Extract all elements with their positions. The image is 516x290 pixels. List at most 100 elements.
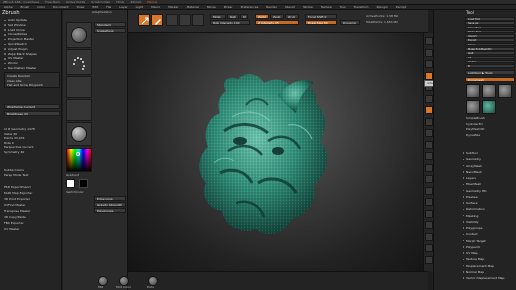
lightbox-tools-button[interactable]: Lightbox ▶ Tools (465, 70, 515, 75)
texture-tile[interactable] (66, 99, 92, 121)
tool-field[interactable]: Clone (465, 42, 515, 47)
stroke-tile[interactable] (66, 49, 92, 75)
tool-field[interactable]: GoZ (465, 51, 515, 55)
tool-field[interactable]: R (465, 64, 515, 68)
tool-menu-item[interactable]: Vector Displacement Map (463, 275, 515, 281)
draw-button[interactable] (151, 14, 163, 26)
tray-field[interactable]: Gravity Strength (94, 202, 126, 207)
dots-stroke-icon (73, 57, 85, 70)
subtool-list: SimpleBrush Cylinder3D PolyMesh3D DynaWax (466, 116, 514, 138)
tray-fields: Standard SnakeHook (94, 22, 126, 34)
shelf-button[interactable] (425, 71, 433, 80)
shelf-button[interactable] (425, 163, 433, 172)
shelf-button[interactable] (425, 37, 433, 45)
draw-icon (155, 19, 161, 25)
shelf-button[interactable] (425, 106, 433, 114)
shelf-button[interactable] (425, 221, 433, 229)
rgb-button[interactable]: Rgb (227, 14, 239, 19)
brush-field[interactable]: Standard (94, 22, 126, 27)
zcut-button[interactable]: Zcut (285, 14, 299, 19)
brush-field-2[interactable]: SnakeHook (94, 28, 126, 33)
bottom-label: Dots (147, 285, 154, 289)
shelf-button[interactable] (425, 244, 433, 252)
z-intensity-slider[interactable]: Z Intensity 25 (255, 20, 299, 25)
tool-field[interactable]: Copy Tool (465, 25, 515, 30)
shelf-button[interactable] (425, 186, 433, 195)
creature-head (199, 74, 328, 234)
current-tool-name[interactable]: Dynamesh (465, 77, 515, 82)
exporter-item[interactable]: UV Master (4, 226, 60, 232)
tool-palette-title: Tool (466, 10, 474, 15)
zplugin-menu: Auto Update Set Window Load Clone ClonedNot… (4, 18, 60, 71)
tray-field[interactable]: Edge Loop (94, 196, 126, 201)
tool-subpalette-menu: SubTool Geometry ArrayMesh NanoMesh Layers Fi… (463, 150, 515, 281)
edit-icon (141, 17, 149, 25)
tool-thumb-3[interactable] (498, 84, 512, 98)
shelf-button[interactable] (425, 175, 433, 183)
tool-field[interactable]: Load Tool (465, 17, 515, 21)
secondary-color-swatch[interactable] (79, 179, 88, 188)
mrgb-button[interactable]: Mrgb (210, 14, 226, 19)
wireframe-field[interactable]: Wireframe Current (4, 104, 60, 109)
stats-block: Id # Geometry 1478 Value 40 Points 33,476 H… (4, 127, 60, 145)
tool-field[interactable]: Import (465, 34, 515, 38)
tool-thumb-2[interactable] (482, 84, 496, 98)
tool-field[interactable]: Visible (465, 59, 515, 64)
exporter-list: PSD ExportImport Multi Map Exporter 3D Pri… (4, 184, 60, 232)
shelf-button[interactable] (425, 117, 433, 126)
shelf-button[interactable] (425, 255, 433, 264)
main-color-swatch[interactable] (66, 179, 75, 188)
draw-size-slider[interactable]: Draw Size 64 (305, 20, 337, 25)
zsub-button[interactable]: Zsub (270, 14, 284, 19)
scale-button[interactable] (179, 14, 191, 26)
edit-button[interactable] (138, 14, 150, 26)
tool-thumb-active[interactable] (482, 100, 496, 114)
shelf-button[interactable] (425, 140, 433, 149)
dynamic-button[interactable]: Dynamic (340, 20, 360, 25)
bottom-label: Mcd Color (116, 285, 131, 289)
shelf-button[interactable] (425, 129, 433, 137)
material-sphere-icon (71, 126, 87, 142)
shelf-button[interactable] (425, 94, 433, 103)
tool-field[interactable]: Export (465, 38, 515, 42)
subtool-entry[interactable]: DynaWax (466, 133, 514, 139)
move-button[interactable] (166, 14, 178, 26)
focal-shift-slider[interactable]: Focal Shift 0 (305, 14, 337, 19)
brightness-slider[interactable]: Brightness 43 (4, 111, 60, 116)
rotate-button[interactable] (192, 14, 204, 26)
shelf-button[interactable] (425, 198, 433, 206)
tool-field[interactable]: Paste Tool (465, 29, 515, 34)
tool-field[interactable]: Save As (465, 21, 515, 25)
right-shelf (423, 33, 433, 271)
shelf-button[interactable] (425, 48, 433, 57)
canvas-viewport[interactable] (128, 33, 423, 271)
color-picker[interactable] (66, 148, 92, 176)
material-tile[interactable] (66, 122, 92, 146)
tray-header: AdaptiveSkin (92, 10, 112, 14)
tool-field[interactable]: All (465, 55, 515, 60)
shelf-button[interactable] (425, 60, 433, 68)
switchcolor-label[interactable]: SwitchColor (66, 191, 84, 194)
color-cursor (76, 152, 80, 156)
plugin-menu-item[interactable]: Decimation Master (4, 66, 60, 71)
tool-buttons: Load Tool Save As Copy Tool Paste Tool Impor… (465, 17, 515, 68)
row-label[interactable]: Persp Mode Text (4, 173, 60, 178)
tool-thumb-1[interactable] (466, 84, 480, 98)
brush-standard-tile[interactable] (66, 22, 92, 48)
tool-thumb-4[interactable] (466, 100, 480, 114)
shelf-button[interactable] (425, 152, 433, 160)
sculpt-mesh[interactable] (128, 33, 423, 271)
active-points-readout: ActivePoints: 1.58 Mil (366, 14, 399, 18)
tray-field[interactable]: Polygroups (94, 208, 126, 213)
tool-field[interactable]: Make PolyMesh3D (465, 46, 515, 51)
panel-item[interactable]: Flat and Grow Polypaint (7, 83, 57, 88)
shelf-button[interactable] (425, 232, 433, 241)
gradient-label: Gradient (66, 173, 80, 177)
bottom-label: Mid (98, 285, 104, 289)
rgb-intensity-slider[interactable]: Rgb Intensity 100 (210, 20, 250, 25)
alpha-tile[interactable] (66, 76, 92, 98)
shelf-button[interactable] (425, 209, 433, 218)
m-button[interactable]: M (240, 14, 248, 19)
zadd-button[interactable]: Zadd (255, 14, 269, 19)
row-label[interactable]: Symmetry 40 (4, 150, 60, 155)
